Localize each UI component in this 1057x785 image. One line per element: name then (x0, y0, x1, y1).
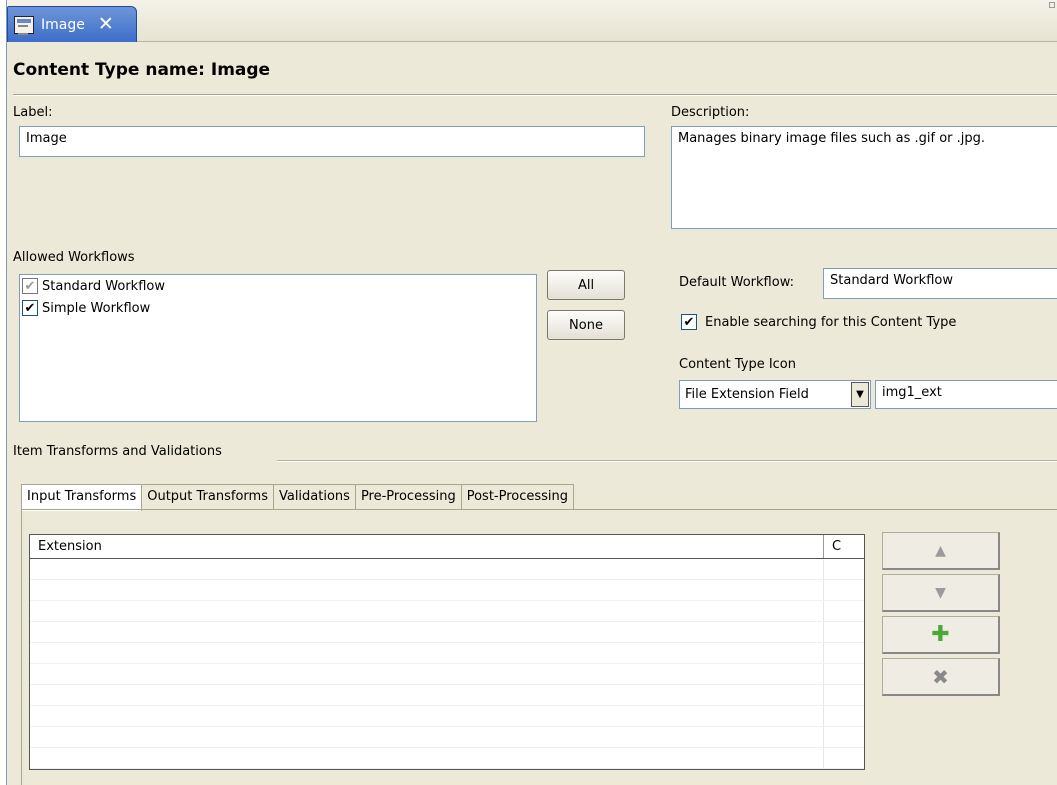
tab-label: Image (41, 16, 85, 33)
all-button[interactable]: All (547, 270, 625, 300)
allowed-workflows-list[interactable]: ✔ Standard Workflow ✔ Simple Workflow (19, 274, 537, 422)
section-divider (277, 460, 1057, 462)
default-workflow-caption: Default Workflow: (679, 275, 794, 290)
chevron-down-icon[interactable]: ▼ (851, 382, 869, 407)
label-input[interactable]: Image (19, 126, 645, 157)
remove-button[interactable]: ✖ (882, 658, 1000, 696)
table-row[interactable] (30, 559, 864, 580)
editor-tab-strip: Image ✕ (7, 0, 1057, 42)
section-title: Item Transforms and Validations (13, 444, 222, 459)
table-row[interactable] (30, 643, 864, 664)
workflow-label: Simple Workflow (42, 300, 151, 316)
tab-output-transforms[interactable]: Output Transforms (142, 484, 274, 510)
description-caption: Description: (671, 105, 750, 120)
title-divider (13, 94, 1057, 96)
transform-tabs: Input Transforms Output Transforms Valid… (21, 484, 575, 511)
column-header-c[interactable]: C (824, 535, 864, 558)
description-textarea[interactable]: Manages binary image files such as .gif … (671, 126, 1057, 229)
table-row[interactable] (30, 685, 864, 706)
arrow-up-icon: ▲ (935, 542, 946, 559)
table-row[interactable] (30, 601, 864, 622)
tab-post-processing[interactable]: Post-Processing (461, 484, 575, 510)
table-row[interactable] (30, 727, 864, 748)
content-type-editor-icon (14, 15, 34, 35)
list-item[interactable]: ✔ Standard Workflow (20, 275, 536, 297)
table-row[interactable] (30, 706, 864, 727)
page-title: Content Type name: Image (13, 60, 271, 80)
move-down-button[interactable]: ▼ (882, 574, 1000, 612)
none-button[interactable]: None (547, 310, 625, 340)
list-item[interactable]: ✔ Simple Workflow (20, 297, 536, 319)
table-row[interactable] (30, 622, 864, 643)
tab-image[interactable]: Image ✕ (7, 6, 137, 42)
icon-source-value: File Extension Field (685, 387, 809, 402)
close-tab-icon[interactable]: ✕ (98, 15, 114, 34)
add-button[interactable]: ✚ (882, 616, 1000, 654)
table-row[interactable] (30, 664, 864, 685)
tab-pre-processing[interactable]: Pre-Processing (355, 484, 462, 510)
tab-validations[interactable]: Validations (273, 484, 356, 510)
delete-icon: ✖ (932, 664, 949, 689)
table-header: Extension C (30, 535, 864, 559)
content-type-icon-caption: Content Type Icon (679, 357, 796, 372)
plus-icon: ✚ (931, 622, 950, 647)
arrow-down-icon: ▼ (935, 584, 946, 601)
maximize-icon[interactable] (1049, 2, 1055, 8)
checkbox-standard-workflow[interactable]: ✔ (22, 278, 38, 294)
transforms-table[interactable]: Extension C (29, 534, 865, 770)
label-caption: Label: (13, 105, 53, 120)
icon-field-input[interactable]: img1_ext (875, 380, 1057, 409)
table-row[interactable] (30, 748, 864, 769)
enable-search-row[interactable]: ✔ Enable searching for this Content Type (681, 314, 956, 330)
enable-search-label: Enable searching for this Content Type (705, 314, 957, 330)
column-header-extension[interactable]: Extension (30, 535, 824, 558)
table-row[interactable] (30, 580, 864, 601)
default-workflow-input[interactable]: Standard Workflow (823, 268, 1057, 299)
editor-panel: Image ✕ Content Type name: Image Label: … (6, 0, 1057, 785)
move-up-button[interactable]: ▲ (882, 532, 1000, 570)
icon-source-select[interactable]: File Extension Field ▼ (679, 380, 871, 409)
enable-search-checkbox[interactable]: ✔ (681, 314, 697, 330)
checkbox-simple-workflow[interactable]: ✔ (22, 300, 38, 316)
workflow-label: Standard Workflow (42, 278, 165, 294)
allowed-workflows-caption: Allowed Workflows (13, 250, 135, 265)
tab-input-transforms[interactable]: Input Transforms (21, 484, 143, 511)
